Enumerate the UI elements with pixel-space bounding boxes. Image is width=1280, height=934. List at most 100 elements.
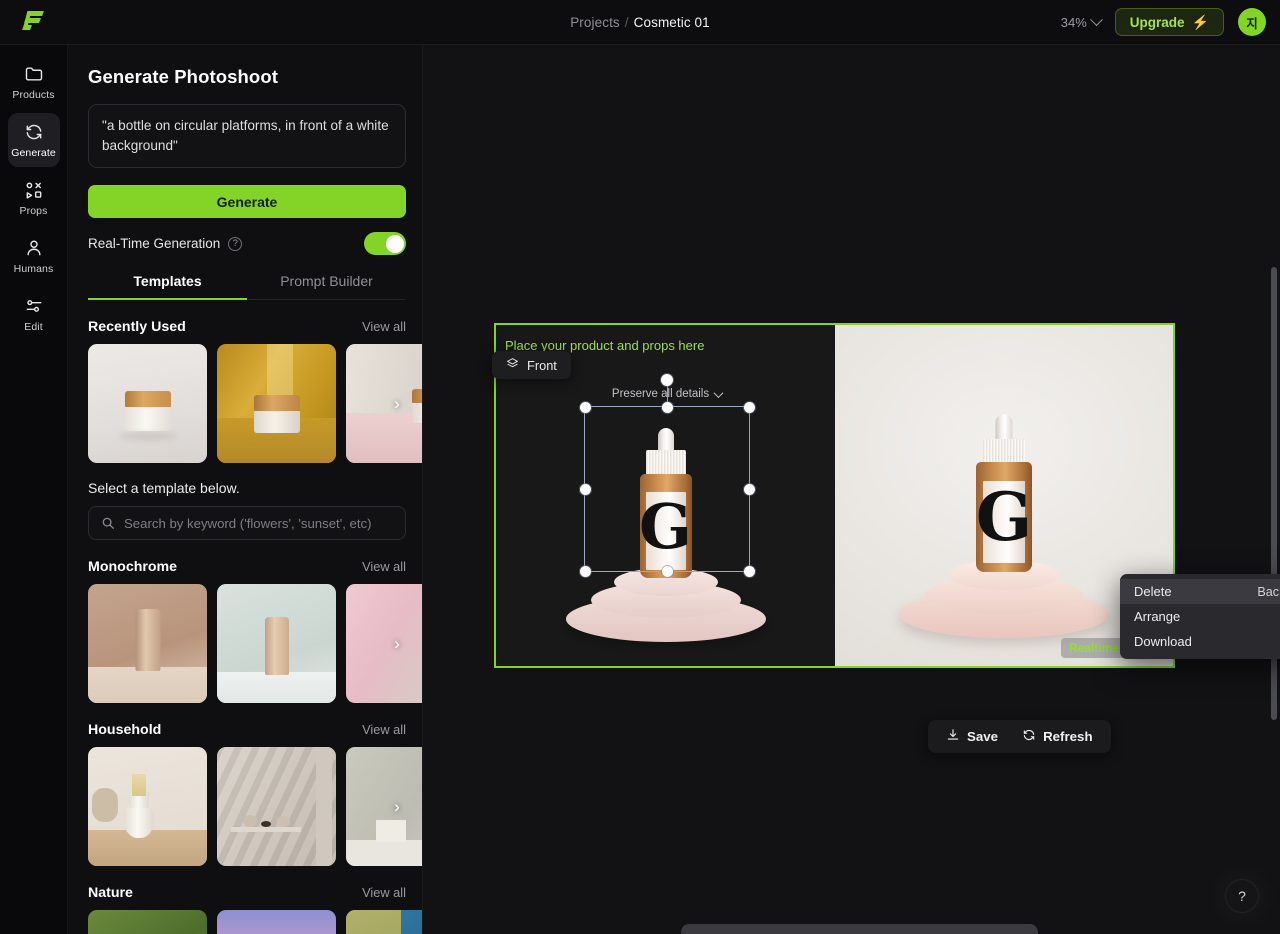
context-menu-item-download[interactable]: Download — [1120, 629, 1280, 654]
shapes-icon — [24, 180, 44, 200]
search-icon — [101, 516, 115, 530]
view-all-link[interactable]: View all — [362, 885, 406, 900]
upgrade-button[interactable]: Upgrade ⚡ — [1114, 8, 1224, 36]
sidebar-item-label: Props — [19, 204, 48, 217]
chevron-right-icon[interactable]: › — [386, 796, 408, 818]
breadcrumb-separator: / — [624, 14, 629, 30]
thumb-art — [346, 344, 422, 463]
thumb-art — [88, 584, 207, 703]
resize-handle-bottom[interactable] — [661, 565, 673, 577]
context-menu-item-label: Download — [1134, 634, 1192, 649]
top-bar: Projects / Cosmetic 01 34% Upgrade ⚡ 지 — [0, 0, 1280, 45]
breadcrumb-current-project[interactable]: Cosmetic 01 — [634, 15, 710, 30]
thumb-art — [346, 910, 422, 934]
monochrome-thumbnails: › — [88, 584, 422, 703]
canvas-area[interactable]: Place your product and props here G Pres… — [423, 45, 1280, 934]
template-thumbnail[interactable] — [217, 584, 336, 703]
resize-handle-top-right[interactable] — [743, 401, 755, 413]
zoom-level-control[interactable]: 34% — [1061, 12, 1103, 30]
section-title: Recently Used — [88, 319, 186, 335]
template-thumbnail[interactable] — [346, 747, 422, 866]
sidebar-item-products[interactable]: Products — [8, 55, 60, 109]
generate-button[interactable]: Generate — [88, 185, 406, 218]
sidebar-item-label: Edit — [24, 320, 43, 333]
section-header-household: Household View all — [88, 722, 406, 738]
tube-art — [135, 609, 160, 671]
refresh-label: Refresh — [1043, 729, 1093, 744]
save-label: Save — [967, 729, 999, 744]
thumb-art — [217, 747, 336, 866]
refresh-button[interactable]: Refresh — [1022, 728, 1093, 745]
thumb-art — [346, 584, 422, 703]
resize-handle-right[interactable] — [743, 483, 755, 495]
sidebar-item-humans[interactable]: Humans — [8, 229, 60, 283]
template-thumbnail[interactable] — [346, 344, 422, 463]
toggle-knob — [385, 234, 404, 253]
person-icon — [24, 238, 44, 258]
chevron-right-icon[interactable]: › — [386, 393, 408, 415]
template-thumbnail[interactable] — [346, 584, 422, 703]
jar-art — [253, 395, 300, 433]
top-bar-actions: 34% Upgrade ⚡ 지 — [1061, 8, 1280, 36]
resize-handle-bottom-right[interactable] — [743, 565, 755, 577]
resize-handle-top-left[interactable] — [579, 401, 591, 413]
section-title: Household — [88, 722, 162, 738]
question-mark-icon: ? — [1238, 888, 1246, 904]
section-title: Nature — [88, 885, 133, 901]
thumb-art — [346, 747, 422, 866]
refresh-icon — [1022, 728, 1036, 745]
layer-order-toolbar[interactable]: Front — [492, 351, 571, 379]
avatar-initial: 지 — [1246, 16, 1258, 31]
sidebar-rail: Products Generate Props Humans Edit — [0, 45, 68, 934]
context-menu[interactable]: Delete Backspace Arrange › Download — [1120, 574, 1280, 659]
section-header-recently-used: Recently Used View all — [88, 319, 406, 335]
bottom-toolbar-peek[interactable] — [681, 924, 1038, 934]
prompt-input[interactable]: "a bottle on circular platforms, in fron… — [88, 104, 406, 168]
jar-art — [124, 391, 171, 431]
template-thumbnail[interactable] — [88, 584, 207, 703]
template-thumbnail[interactable] — [88, 910, 207, 934]
logo-container[interactable] — [0, 11, 68, 33]
resize-handle-left[interactable] — [579, 483, 591, 495]
view-all-link[interactable]: View all — [362, 319, 406, 334]
chevron-right-icon[interactable]: › — [386, 633, 408, 655]
preview-actions-toolbar: Save Refresh — [928, 720, 1111, 753]
template-thumbnail[interactable] — [346, 910, 422, 934]
recently-used-thumbnails: › — [88, 344, 422, 463]
help-button[interactable]: ? — [1226, 880, 1258, 912]
context-menu-item-arrange[interactable]: Arrange › — [1120, 604, 1280, 629]
template-thumbnail[interactable] — [217, 344, 336, 463]
template-thumbnail[interactable] — [88, 344, 207, 463]
search-input[interactable]: Search by keyword ('flowers', 'sunset', … — [88, 506, 406, 540]
resize-handle-top[interactable] — [661, 401, 673, 413]
rotation-handle[interactable] — [661, 374, 673, 386]
view-all-link[interactable]: View all — [362, 559, 406, 574]
sidebar-item-props[interactable]: Props — [8, 171, 60, 225]
template-thumbnail[interactable] — [217, 910, 336, 934]
context-menu-item-label: Arrange — [1134, 609, 1181, 624]
view-all-link[interactable]: View all — [362, 722, 406, 737]
select-template-label: Select a template below. — [88, 480, 240, 496]
preview-bottle-logo-glyph: G — [975, 478, 1033, 556]
breadcrumb-projects-link[interactable]: Projects — [570, 15, 620, 30]
selection-box[interactable]: Preserve all details — [579, 374, 755, 577]
sidebar-item-edit[interactable]: Edit — [8, 287, 60, 341]
sliders-icon — [24, 296, 44, 316]
preview-bottle: G — [967, 403, 1041, 578]
thumb-art — [88, 344, 207, 463]
avatar[interactable]: 지 — [1238, 8, 1266, 36]
template-thumbnail[interactable] — [217, 747, 336, 866]
realtime-generation-toggle[interactable] — [364, 232, 406, 255]
upgrade-label: Upgrade — [1129, 14, 1185, 30]
generate-panel: Generate Photoshoot "a bottle on circula… — [68, 45, 423, 934]
template-thumbnail[interactable] — [88, 747, 207, 866]
household-thumbnails: › — [88, 747, 422, 866]
question-mark-icon[interactable]: ? — [228, 236, 243, 251]
save-button[interactable]: Save — [946, 728, 998, 745]
app-body: Products Generate Props Humans Edit Gene… — [0, 45, 1280, 934]
resize-handle-bottom-left[interactable] — [579, 565, 591, 577]
sidebar-item-generate[interactable]: Generate — [7, 113, 60, 167]
tab-templates[interactable]: Templates — [88, 273, 247, 300]
context-menu-item-delete[interactable]: Delete Backspace — [1120, 579, 1280, 604]
tab-prompt-builder[interactable]: Prompt Builder — [247, 273, 406, 299]
